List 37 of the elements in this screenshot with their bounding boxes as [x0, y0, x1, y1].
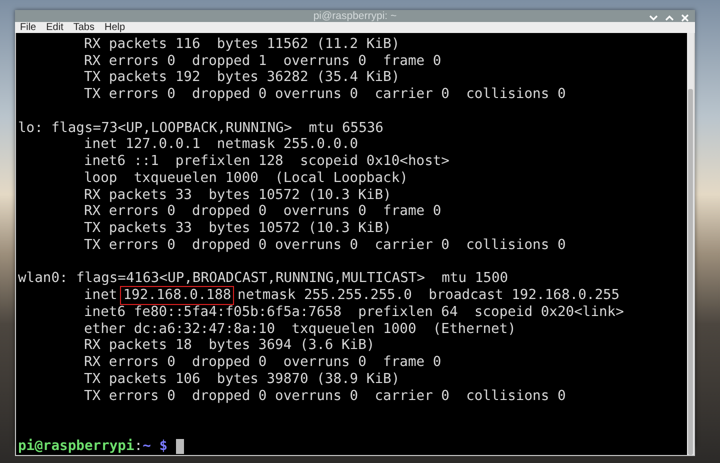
- prompt-separator: :: [134, 438, 143, 455]
- close-button[interactable]: [681, 14, 689, 22]
- menu-item[interactable]: Tabs: [73, 22, 94, 33]
- terminal-line: TX errors 0 dropped 0 overruns 0 carrier 0 collisions 0: [83, 236, 566, 254]
- terminal-line: RX packets 33 bytes 10572 (10.3 KiB): [83, 186, 392, 204]
- terminal-line: inet 127.0.0.1 netmask 255.0.0.0: [83, 136, 358, 154]
- terminal-text: netmask 255.255.255.0 broadcast 192.168.0.255: [238, 287, 620, 304]
- terminal-line: RX packets 116 bytes 11562 (11.2 KiB): [83, 36, 400, 53]
- maximize-button[interactable]: [665, 15, 674, 21]
- menu-item[interactable]: File: [20, 22, 36, 33]
- terminal-line: inet6 fe80::5fa4:f05b:6f5a:7658 prefixlen 64 scopeid 0x20<link>: [83, 304, 624, 321]
- prompt-path: ~: [142, 438, 151, 455]
- window-title: pi@raspberrypi: ~: [313, 10, 397, 22]
- terminal-line: RX errors 0 dropped 1 overruns 0 frame 0: [83, 52, 442, 70]
- menu-item[interactable]: Help: [104, 22, 126, 33]
- terminal-line: ether dc:a6:32:47:8a:10 txqueuelen 1000 (Ethernet): [83, 320, 516, 338]
- terminal-line: TX packets 33 bytes 10572 (10.3 KiB): [83, 220, 392, 238]
- scrollbar[interactable]: [687, 33, 694, 455]
- highlighted-ip-address: 192.168.0.188: [121, 287, 234, 304]
- terminal-line: loop txqueuelen 1000 (Local Loopback): [83, 170, 408, 187]
- terminal-line: TX errors 0 dropped 0 overruns 0 carrier 0 collisions 0: [83, 86, 566, 104]
- terminal-text: inet: [83, 287, 118, 304]
- terminal-line: inet6 ::1 prefixlen 128 scopeid 0x10<host>: [83, 153, 450, 170]
- terminal-line: RX packets 18 bytes 3694 (3.6 KiB): [83, 337, 375, 354]
- prompt-symbol: $: [159, 438, 168, 455]
- terminal-line: lo: flags=73<UP,LOOPBACK,RUNNING> mtu 65536: [18, 120, 384, 137]
- terminal-line: RX errors 0 dropped 0 overruns 0 frame 0: [83, 203, 442, 220]
- menu-item[interactable]: Edit: [46, 22, 64, 33]
- text-cursor: [176, 438, 184, 454]
- scrollbar-thumb[interactable]: [688, 89, 693, 455]
- prompt-user: pi@raspberrypi: [18, 438, 134, 455]
- terminal-line: TX packets 192 bytes 36282 (35.4 KiB): [83, 69, 400, 86]
- terminal-line: TX packets 106 bytes 39870 (38.9 KiB): [83, 370, 400, 388]
- terminal-line: RX errors 0 dropped 0 overruns 0 frame 0: [83, 354, 442, 372]
- terminal-line: TX errors 0 dropped 0 overruns 0 carrier 0 collisions 0: [83, 388, 566, 405]
- minimize-button[interactable]: [649, 15, 658, 21]
- terminal-line: wlan0: flags=4163<UP,BROADCAST,RUNNING,MULTICAST> mtu 1500: [18, 270, 508, 288]
